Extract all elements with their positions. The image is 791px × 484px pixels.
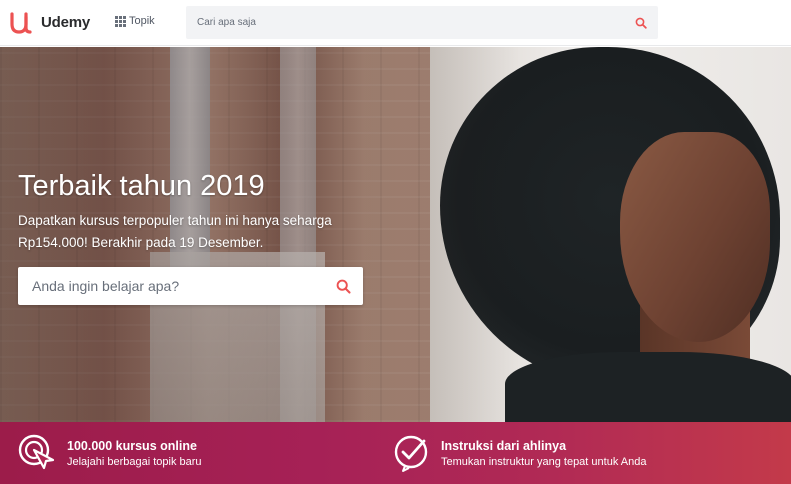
hero-search-button[interactable] (323, 267, 363, 305)
topics-menu-button[interactable]: Topik (115, 15, 155, 27)
search-icon (336, 279, 351, 294)
udemy-logo[interactable]: Udemy (9, 8, 90, 36)
feature-courses: 100.000 kursus online Jelajahi berbagai … (17, 422, 202, 484)
search-icon (635, 17, 647, 29)
feature-description: Jelajahi berbagai topik baru (67, 455, 202, 468)
top-navigation-bar: Udemy Topik (0, 0, 791, 46)
features-banner: 100.000 kursus online Jelajahi berbagai … (0, 422, 791, 484)
grid-icon (115, 15, 126, 27)
header-search-button[interactable] (624, 6, 658, 39)
header-search-input[interactable] (186, 17, 624, 28)
header-search-bar (186, 6, 658, 39)
cursor-click-icon (18, 434, 55, 470)
feature-title: 100.000 kursus online (67, 438, 197, 453)
feature-description: Temukan instruktur yang tepat untuk Anda (441, 455, 647, 468)
brand-name: Udemy (41, 13, 91, 31)
hero-banner: Terbaik tahun 2019 Dapatkan kursus terpo… (0, 47, 791, 422)
hero-subtitle: Dapatkan kursus terpopuler tahun ini han… (18, 213, 332, 250)
hero-search-bar (18, 267, 363, 305)
topics-label: Topik (129, 15, 155, 27)
hero-search-input[interactable] (18, 278, 323, 294)
hero-title: Terbaik tahun 2019 (18, 170, 265, 202)
feature-title: Instruksi dari ahlinya (441, 438, 567, 453)
checkmark-badge-icon (394, 435, 428, 472)
feature-instructors: Instruksi dari ahlinya Temukan instruktu… (391, 422, 646, 484)
udemy-logo-icon (10, 12, 32, 34)
